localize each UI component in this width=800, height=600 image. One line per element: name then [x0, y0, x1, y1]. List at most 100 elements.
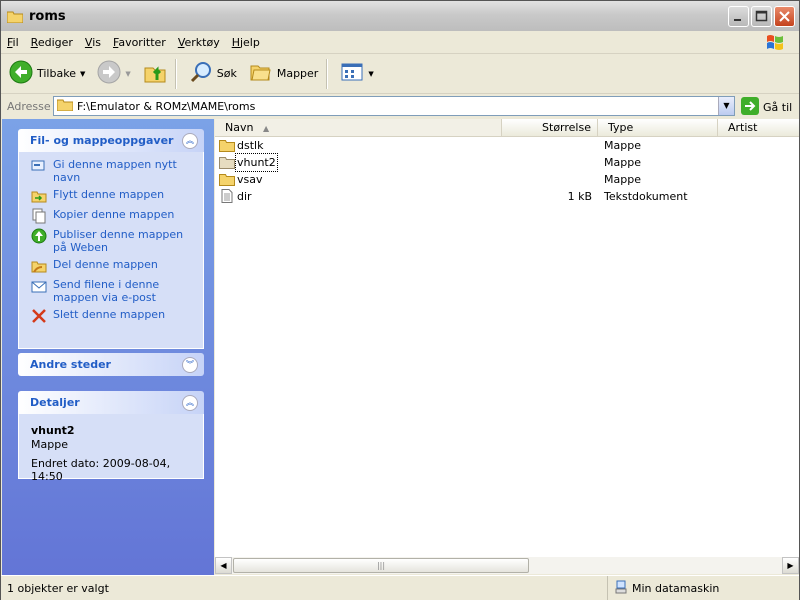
- file-row[interactable]: dir 1 kB Tekstdokument: [215, 188, 799, 205]
- address-input[interactable]: F:\Emulator & ROMz\MAME\roms ▼: [53, 96, 735, 116]
- back-label: Tilbake: [37, 67, 76, 80]
- column-header-artist[interactable]: Artist: [718, 119, 799, 136]
- other-places-header[interactable]: Andre steder ︾: [18, 353, 204, 376]
- scroll-left-button[interactable]: ◀: [215, 557, 232, 574]
- menu-view[interactable]: Vis: [79, 36, 107, 49]
- back-dropdown-icon[interactable]: ▼: [80, 70, 85, 78]
- sort-ascending-icon: ▲: [262, 124, 270, 133]
- explorer-window: roms Fil Rediger Vis Favoritter Verktøy …: [0, 0, 800, 600]
- file-row[interactable]: vsav Mappe: [215, 171, 799, 188]
- file-folder-tasks-panel: Fil- og mappeoppgaver ︽ Gi denne mappen …: [18, 129, 204, 349]
- maximize-button[interactable]: [751, 6, 772, 27]
- rename-icon: [31, 158, 47, 174]
- go-arrow-icon: [741, 97, 759, 118]
- forward-dropdown-icon[interactable]: ▼: [125, 70, 130, 78]
- file-name: vsav: [237, 173, 263, 186]
- details-header[interactable]: Detaljer ︽: [18, 391, 204, 414]
- task-delete-folder[interactable]: Slett denne mappen: [31, 308, 197, 324]
- task-label: Gi denne mappen nytt navn: [53, 158, 177, 184]
- publish-icon: [31, 228, 47, 244]
- file-name: vhunt2: [235, 153, 278, 172]
- go-button[interactable]: Gå til: [741, 97, 792, 118]
- horizontal-scrollbar[interactable]: ◀ ||| ▶: [215, 557, 799, 574]
- folder-icon: [6, 10, 24, 24]
- chevron-up-icon[interactable]: ︽: [182, 132, 198, 149]
- menu-help[interactable]: Hjelp: [226, 36, 266, 49]
- window-title: roms: [29, 8, 66, 24]
- folder-icon: [56, 98, 74, 114]
- file-row[interactable]: dstlk Mappe: [215, 137, 799, 154]
- panel-title: Fil- og mappeoppgaver: [30, 134, 174, 147]
- toolbar: Tilbake ▼ ▼ Søk Mapper ▼: [1, 54, 799, 94]
- column-header-bar: Navn ▲ Størrelse Type Artist: [215, 119, 799, 137]
- address-dropdown-button[interactable]: ▼: [718, 97, 734, 115]
- address-bar: Adresse F:\Emulator & ROMz\MAME\roms ▼ G…: [1, 94, 799, 118]
- chevron-up-icon[interactable]: ︽: [182, 394, 198, 411]
- forward-arrow-icon: [97, 60, 121, 87]
- address-path: F:\Emulator & ROMz\MAME\roms: [77, 99, 256, 113]
- forward-button[interactable]: ▼: [93, 58, 134, 90]
- computer-icon: [614, 580, 628, 597]
- move-icon: [31, 188, 47, 204]
- toolbar-separator: [174, 58, 177, 89]
- search-icon: [189, 60, 213, 87]
- menu-file[interactable]: Fil: [1, 36, 25, 49]
- scroll-thumb[interactable]: |||: [233, 558, 529, 573]
- task-rename-folder[interactable]: Gi denne mappen nytt navn: [31, 158, 197, 184]
- windows-logo-icon: [763, 33, 789, 51]
- chevron-down-icon[interactable]: ︾: [182, 356, 198, 373]
- folder-icon: [219, 138, 235, 152]
- task-label: Send filene i denne mappen via e-post: [53, 278, 160, 304]
- views-dropdown-icon[interactable]: ▼: [368, 70, 373, 78]
- back-button[interactable]: Tilbake ▼: [5, 58, 89, 90]
- search-label: Søk: [216, 67, 237, 80]
- menu-bar: Fil Rediger Vis Favoritter Verktøy Hjelp: [1, 31, 799, 54]
- title-bar[interactable]: roms: [1, 1, 799, 31]
- folders-icon: [249, 60, 273, 87]
- file-type: Mappe: [604, 173, 641, 186]
- file-type: Mappe: [604, 139, 641, 152]
- file-type: Mappe: [604, 156, 641, 169]
- task-email-files[interactable]: Send filene i denne mappen via e-post: [31, 278, 197, 304]
- close-button[interactable]: [774, 6, 795, 27]
- task-label: Slett denne mappen: [53, 308, 166, 321]
- file-row-selected[interactable]: vhunt2 Mappe: [215, 153, 799, 172]
- folders-label: Mapper: [276, 67, 319, 80]
- task-pane: Fil- og mappeoppgaver ︽ Gi denne mappen …: [2, 119, 214, 575]
- task-label: Publiser denne mappen på Weben: [53, 228, 184, 254]
- task-publish-folder[interactable]: Publiser denne mappen på Weben: [31, 228, 197, 254]
- task-move-folder[interactable]: Flytt denne mappen: [31, 188, 197, 204]
- minimize-button[interactable]: [728, 6, 749, 27]
- scroll-right-button[interactable]: ▶: [782, 557, 799, 574]
- views-icon: [340, 60, 364, 87]
- menu-favorites[interactable]: Favoritter: [107, 36, 172, 49]
- panel-title: Andre steder: [30, 358, 111, 371]
- status-location: Min datamaskin: [607, 576, 800, 600]
- text-file-icon: [219, 189, 235, 203]
- folders-button[interactable]: Mapper: [245, 58, 323, 90]
- search-button[interactable]: Søk: [185, 58, 241, 90]
- panel-title: Detaljer: [30, 396, 80, 409]
- task-label: Flytt denne mappen: [53, 188, 165, 201]
- column-header-type[interactable]: Type: [598, 119, 718, 136]
- folder-icon: [219, 172, 235, 186]
- copy-icon: [31, 208, 47, 224]
- menu-edit[interactable]: Rediger: [25, 36, 79, 49]
- column-header-name[interactable]: Navn ▲: [215, 119, 502, 136]
- file-list: Navn ▲ Størrelse Type Artist dstlk Mappe…: [215, 119, 799, 557]
- task-share-folder[interactable]: Del denne mappen: [31, 258, 197, 274]
- status-selection-text: 1 objekter er valgt: [7, 581, 109, 595]
- menu-tools[interactable]: Verktøy: [172, 36, 226, 49]
- task-copy-folder[interactable]: Kopier denne mappen: [31, 208, 197, 224]
- file-folder-tasks-header[interactable]: Fil- og mappeoppgaver ︽: [18, 129, 204, 152]
- file-name: dir: [237, 190, 252, 203]
- details-modified: Endret dato: 2009-08-04, 14:50: [31, 457, 171, 483]
- details-panel: Detaljer ︽ vhunt2 Mappe Endret dato: 200…: [18, 391, 204, 483]
- email-icon: [31, 278, 47, 294]
- up-folder-icon: [143, 60, 167, 87]
- details-type: Mappe: [31, 438, 68, 451]
- views-button[interactable]: ▼: [336, 58, 377, 90]
- file-size: 1 kB: [567, 190, 592, 203]
- up-folder-button[interactable]: [139, 58, 171, 90]
- column-header-size[interactable]: Størrelse: [502, 119, 598, 136]
